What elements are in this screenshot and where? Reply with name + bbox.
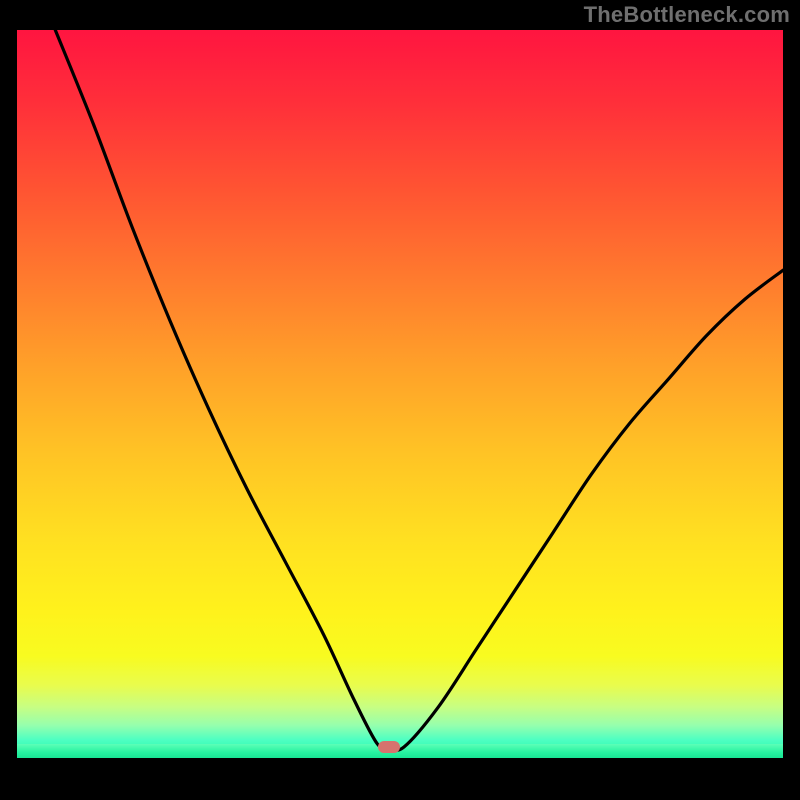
chart-frame: TheBottleneck.com xyxy=(0,0,800,800)
plot-area xyxy=(17,30,783,758)
bottleneck-curve-path xyxy=(55,30,783,750)
watermark-text: TheBottleneck.com xyxy=(584,2,790,28)
optimal-point-marker xyxy=(378,741,400,753)
bottleneck-curve xyxy=(17,30,783,758)
